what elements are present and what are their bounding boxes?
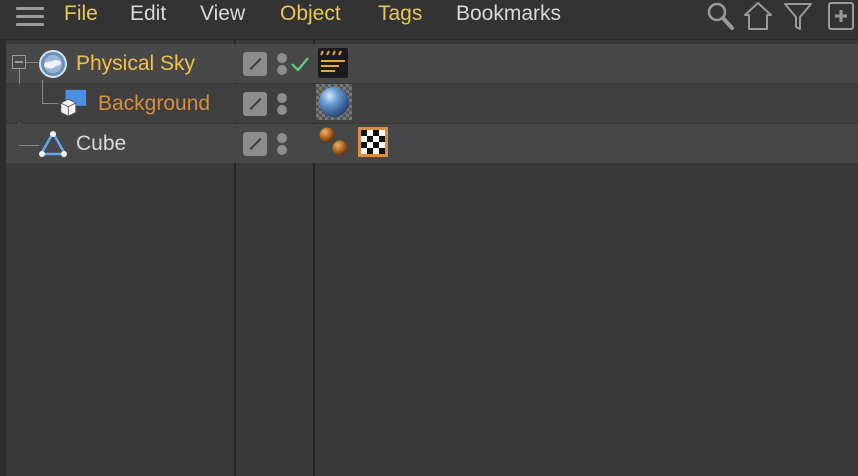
menu-tags[interactable]: Tags (378, 2, 422, 26)
editor-visibility-dot[interactable] (277, 53, 287, 63)
menu-view[interactable]: View (200, 2, 245, 26)
enabled-checkmark-icon[interactable] (290, 54, 310, 74)
compositing-tag[interactable] (318, 48, 348, 78)
filter-icon[interactable] (782, 0, 814, 32)
phong-tag[interactable] (318, 126, 350, 158)
menu-object[interactable]: Object (280, 2, 341, 26)
layer-toggle-button[interactable] (243, 52, 267, 76)
row-highlight (6, 124, 858, 163)
tree-line (42, 80, 43, 104)
menubar: File Edit View Object Tags Bookmarks (0, 0, 858, 38)
cube-icon[interactable] (38, 129, 68, 159)
menu-file[interactable]: File (64, 2, 98, 26)
object-name[interactable]: Cube (76, 131, 126, 157)
layer-toggle-button[interactable] (243, 132, 267, 156)
new-window-icon[interactable] (826, 0, 858, 32)
tree-line (42, 103, 58, 104)
layer-toggle-button[interactable] (243, 92, 267, 116)
material-tag[interactable] (316, 84, 352, 120)
collapse-toggle-icon[interactable] (12, 55, 26, 69)
tree-line (19, 145, 39, 146)
texture-tag[interactable] (358, 127, 388, 157)
render-visibility-dot[interactable] (277, 105, 287, 115)
object-name[interactable]: Background (98, 91, 210, 117)
editor-visibility-dot[interactable] (277, 133, 287, 143)
menu-edit[interactable]: Edit (130, 2, 166, 26)
background-icon[interactable] (58, 88, 88, 118)
tree-line (26, 62, 38, 63)
home-icon[interactable] (742, 0, 774, 32)
render-visibility-dot[interactable] (277, 65, 287, 75)
search-icon[interactable] (704, 0, 736, 32)
render-visibility-dot[interactable] (277, 145, 287, 155)
object-row-cube[interactable] (0, 124, 858, 163)
menu-bookmarks[interactable]: Bookmarks (456, 2, 561, 26)
physical-sky-icon[interactable] (38, 49, 68, 79)
editor-visibility-dot[interactable] (277, 93, 287, 103)
object-name[interactable]: Physical Sky (76, 51, 195, 77)
hamburger-menu-icon[interactable] (16, 6, 44, 28)
